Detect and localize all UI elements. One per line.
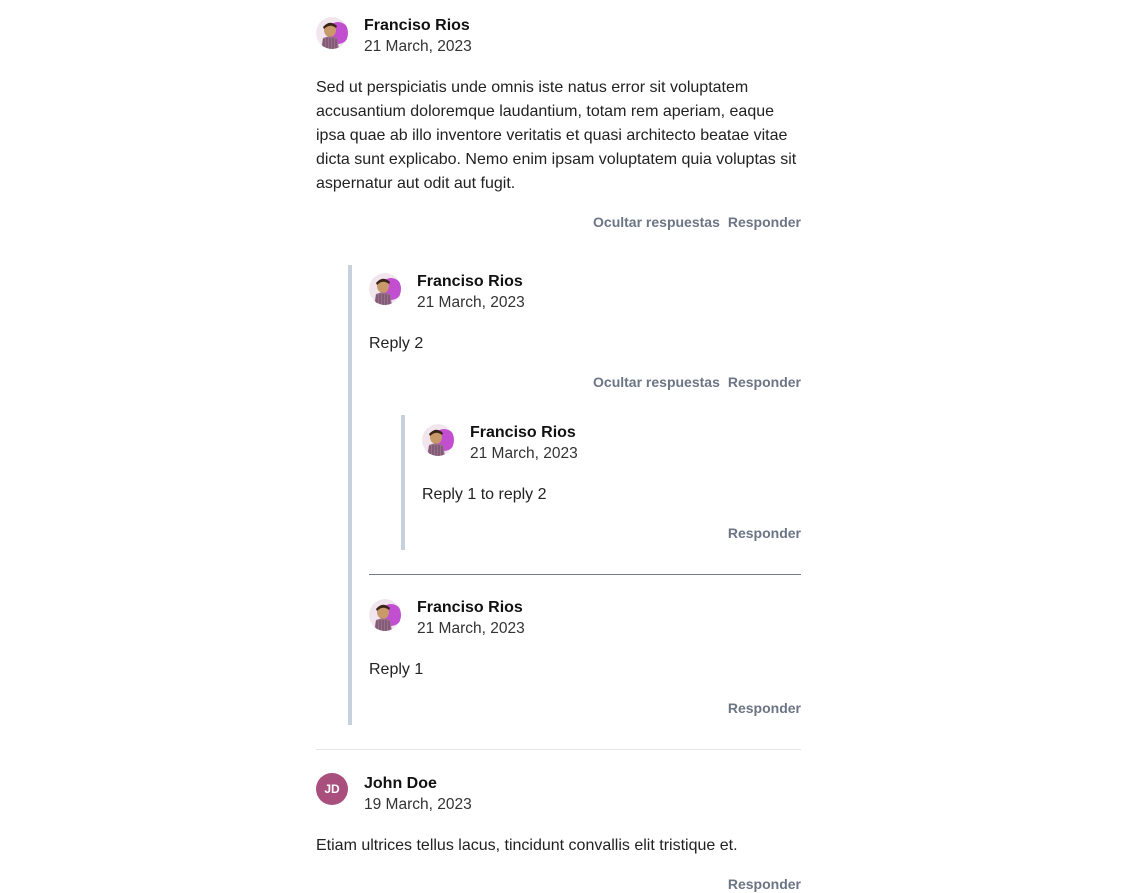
replies-container: Franciso Rios 21 March, 2023 Reply 2 Ocu…	[348, 265, 801, 725]
comment-text: Reply 1 to reply 2	[422, 486, 547, 503]
comment: Franciso Rios 21 March, 2023 Sed ut pers…	[316, 0, 801, 725]
replies-container: Franciso Rios 21 March, 2023 Reply 1 to …	[401, 415, 801, 550]
hide-replies-button[interactable]: Ocultar respuestas	[593, 213, 720, 231]
user-photo-avatar-icon	[369, 273, 401, 305]
comment-actions: Ocultar respuestas Responder	[369, 373, 801, 391]
comment: JD John Doe 19 March, 2023 Etiam ultrice…	[316, 773, 801, 893]
comment-header: JD John Doe 19 March, 2023	[316, 773, 801, 815]
user-avatar[interactable]	[369, 599, 401, 631]
reply-button[interactable]: Responder	[728, 524, 801, 542]
comment-date: 21 March, 2023	[470, 445, 578, 462]
comment-author: Franciso Rios	[470, 424, 576, 441]
comment-actions: Responder	[422, 524, 801, 542]
user-initials-avatar[interactable]: JD	[316, 773, 348, 805]
comment-text: Reply 2	[369, 335, 424, 352]
comment-meta: Franciso Rios 21 March, 2023	[364, 16, 472, 57]
comment-date: 21 March, 2023	[417, 294, 525, 311]
reply-divider	[369, 574, 801, 575]
comment-reply: Franciso Rios 21 March, 2023 Reply 1 to …	[422, 423, 801, 542]
comment-header: Franciso Rios 21 March, 2023	[422, 423, 801, 464]
comment-actions: Responder	[316, 875, 801, 893]
comment-actions: Ocultar respuestas Responder	[316, 213, 801, 231]
comment-author: Franciso Rios	[417, 273, 523, 290]
comment-author: Franciso Rios	[417, 599, 523, 616]
comment-actions: Responder	[369, 699, 801, 717]
reply-button[interactable]: Responder	[728, 875, 801, 893]
comment-author: Franciso Rios	[364, 17, 470, 34]
reply-button[interactable]: Responder	[728, 373, 801, 391]
comment-meta: Franciso Rios 21 March, 2023	[417, 598, 525, 639]
comment-divider	[316, 749, 801, 750]
user-avatar[interactable]	[316, 17, 348, 49]
comment-meta: Franciso Rios 21 March, 2023	[470, 423, 578, 464]
hide-replies-button[interactable]: Ocultar respuestas	[593, 373, 720, 391]
comment-text: Etiam ultrices tellus lacus, tincidunt c…	[316, 837, 738, 854]
comment-date: 19 March, 2023	[364, 796, 472, 813]
comment-text: Reply 1	[369, 661, 424, 678]
user-photo-avatar-icon	[422, 424, 454, 456]
user-photo-avatar-icon	[316, 17, 348, 49]
comment-date: 21 March, 2023	[364, 38, 472, 55]
comment-author: John Doe	[364, 775, 437, 792]
comment-header: Franciso Rios 21 March, 2023	[369, 272, 801, 313]
comment-date: 21 March, 2023	[417, 620, 525, 637]
comment-meta: John Doe 19 March, 2023	[364, 774, 472, 815]
comment-meta: Franciso Rios 21 March, 2023	[417, 272, 525, 313]
user-photo-avatar-icon	[369, 599, 401, 631]
comment-thread: Franciso Rios 21 March, 2023 Sed ut pers…	[316, 0, 801, 893]
comment-header: Franciso Rios 21 March, 2023	[316, 16, 801, 57]
reply-button[interactable]: Responder	[728, 699, 801, 717]
reply-button[interactable]: Responder	[728, 213, 801, 231]
comment-reply: Franciso Rios 21 March, 2023 Reply 2 Ocu…	[369, 272, 801, 550]
user-avatar[interactable]	[369, 273, 401, 305]
comment-text: Sed ut perspiciatis unde omnis iste natu…	[316, 79, 797, 192]
user-avatar[interactable]	[422, 424, 454, 456]
comment-reply: Franciso Rios 21 March, 2023 Reply 1 Res…	[369, 598, 801, 717]
comment-header: Franciso Rios 21 March, 2023	[369, 598, 801, 639]
